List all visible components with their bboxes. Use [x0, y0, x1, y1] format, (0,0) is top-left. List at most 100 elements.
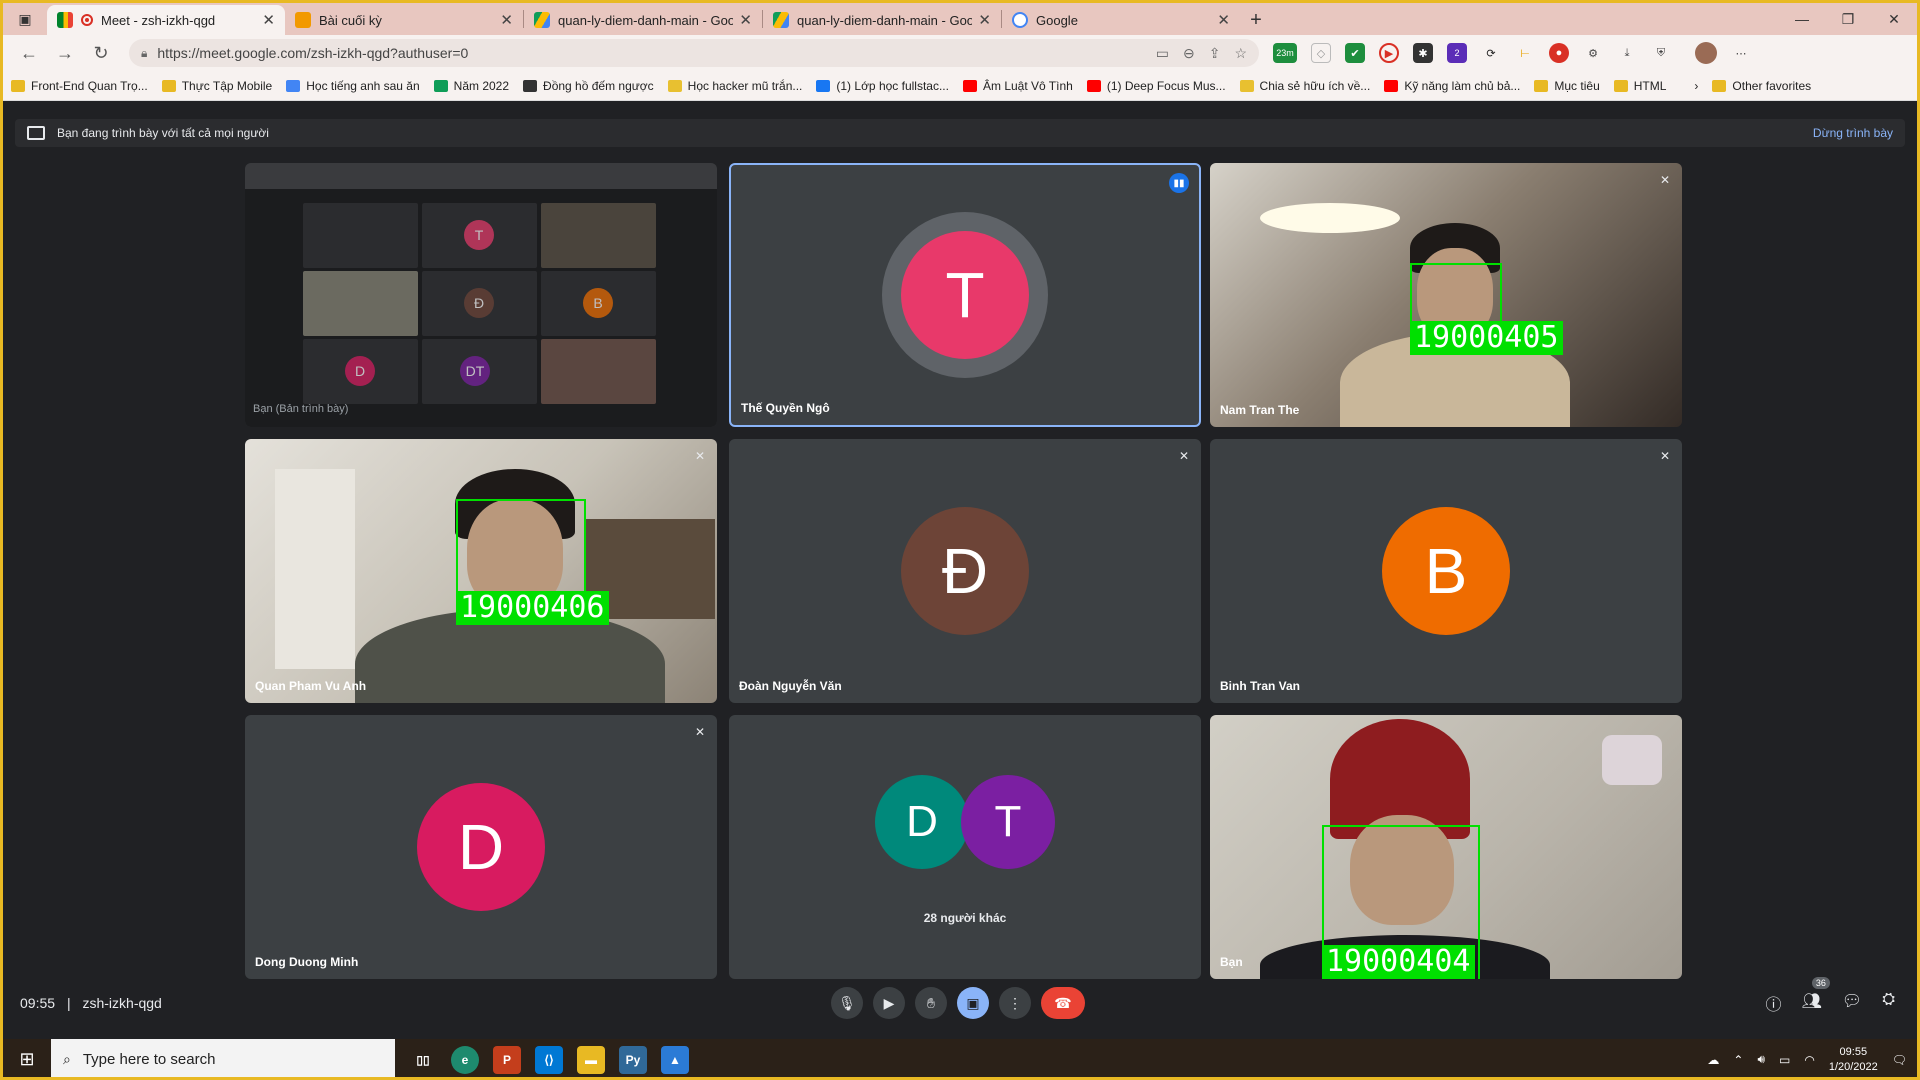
meeting-details-icon[interactable]: ⓘ — [1766, 991, 1782, 1015]
stop-presenting-button[interactable]: Dừng trình bày — [1813, 126, 1893, 140]
timer-extension-icon[interactable]: 23m — [1273, 43, 1297, 63]
favorite-star-icon[interactable]: ☆ — [1234, 45, 1247, 62]
bookmark-item[interactable]: Học hacker mũ trắn... — [667, 79, 802, 93]
wifi-icon[interactable]: ◠ — [1804, 1053, 1814, 1067]
lock-icon[interactable]: 🔒︎ — [141, 46, 147, 61]
self-presentation-tile[interactable]: T Đ B D DT Bạn (Bản trình bày) — [245, 163, 717, 427]
onedrive-icon[interactable]: ☁ — [1707, 1053, 1719, 1067]
bookmark-item[interactable]: Mục tiêu — [1534, 79, 1600, 93]
tab-bai-cuoi-ky[interactable]: Bài cuối kỳ ✕ — [285, 5, 523, 35]
download-icon[interactable]: ⤓ — [1617, 43, 1637, 63]
self-presentation-label: Bạn (Bản trình bày) — [253, 403, 349, 415]
chat-icon[interactable]: 💬︎ — [1842, 991, 1862, 1015]
file-explorer-icon[interactable]: ▬ — [577, 1045, 605, 1074]
mini-avatar: T — [464, 220, 494, 250]
more-bookmarks-icon[interactable]: › — [1694, 79, 1698, 93]
more-menu-icon[interactable]: ⋯ — [1731, 43, 1751, 63]
raise-hand-button[interactable]: ✋︎ — [915, 987, 947, 1019]
other-favorites[interactable]: Other favorites — [1712, 79, 1811, 93]
self-camera-tile[interactable]: 19000404 Bạn — [1210, 715, 1682, 979]
tab-drive-2[interactable]: quan-ly-diem-danh-main - Goo ✕ — [763, 5, 1001, 35]
notifications-icon[interactable]: 🗨︎ — [1892, 1053, 1907, 1067]
tab-google[interactable]: Google ✕ — [1002, 5, 1240, 35]
activities-icon[interactable]: ⛭ — [1882, 991, 1895, 1015]
play-extension-icon[interactable]: ▶ — [1379, 43, 1399, 63]
tab-drive-1[interactable]: quan-ly-diem-danh-main - Goo ✕ — [524, 5, 762, 35]
profile-avatar[interactable] — [1695, 42, 1717, 64]
photos-icon[interactable]: ▲ — [661, 1045, 689, 1074]
close-window-icon[interactable]: ✕ — [1871, 3, 1917, 35]
zoom-icon[interactable]: ⊖ — [1183, 45, 1195, 62]
participant-tile[interactable]: 19000405 ✕ Nam Tran The — [1210, 163, 1682, 427]
back-button[interactable]: ← — [11, 38, 47, 68]
bookmark-item[interactable]: HTML — [1613, 79, 1666, 93]
participant-tile[interactable]: 19000406 ✕ Quan Pham Vu Anh — [245, 439, 717, 703]
more-options-button[interactable]: ⋮ — [999, 987, 1031, 1019]
bookmark-item[interactable]: Đồng hồ đếm ngược — [523, 79, 654, 93]
show-hidden-icons[interactable]: ⌃ — [1733, 1053, 1743, 1067]
pocket-icon[interactable]: ◇ — [1311, 43, 1331, 63]
taskbar-search[interactable]: ⌕ Type here to search — [51, 1039, 395, 1077]
bookmark-item[interactable]: Chia sẻ hữu ích về... — [1239, 79, 1370, 93]
tag-extension-icon[interactable]: ⊢ — [1515, 43, 1535, 63]
bookmark-item[interactable]: Học tiếng anh sau ăn — [286, 79, 420, 93]
tab-actions-icon[interactable]: ▣ — [3, 3, 47, 35]
share-icon[interactable]: ⇪ — [1209, 45, 1221, 62]
close-tab-icon[interactable]: ✕ — [262, 11, 275, 29]
restore-icon[interactable]: ❐ — [1825, 3, 1871, 35]
tab-label: Bài cuối kỳ — [319, 12, 382, 28]
task-view-icon[interactable]: ▯▯ — [409, 1046, 437, 1074]
record-extension-icon[interactable]: ● — [1549, 43, 1569, 63]
people-button[interactable]: 👥︎ 36 — [1802, 977, 1830, 1015]
extensions-icon[interactable]: ⚙ — [1583, 43, 1603, 63]
camera-permission-icon[interactable]: ▭ — [1156, 45, 1169, 62]
vscode-icon[interactable]: ⟨⟩ — [535, 1045, 563, 1074]
security-icon[interactable]: ⛨ — [1651, 43, 1671, 63]
browser-toolbar: ← → ↻ 🔒︎ https://meet.google.com/zsh-izk… — [3, 35, 1917, 71]
tab-meet[interactable]: Meet - zsh-izkh-qgd ✕ — [47, 5, 285, 35]
bookmark-item[interactable]: Âm Luật Vô Tình — [962, 79, 1073, 93]
new-tab-button[interactable]: + — [1240, 5, 1272, 35]
close-tab-icon[interactable]: ✕ — [739, 11, 752, 29]
google-favicon-icon — [1012, 12, 1028, 28]
taskbar-clock[interactable]: 09:55 1/20/2022 — [1829, 1045, 1878, 1075]
participant-tile[interactable]: B ✕ Binh Tran Van — [1210, 439, 1682, 703]
minimize-icon[interactable]: — — [1779, 3, 1825, 35]
bookmark-item[interactable]: Front-End Quan Trọ... — [11, 79, 148, 93]
bookmark-item[interactable]: (1) Lớp học fullstac... — [816, 79, 949, 93]
stack-extension-icon[interactable]: 2 — [1447, 43, 1467, 63]
bookmark-item[interactable]: Thực Tập Mobile — [161, 79, 272, 93]
bookmark-item[interactable]: Năm 2022 — [433, 79, 509, 93]
sync-icon[interactable]: ⟳ — [1481, 43, 1501, 63]
battery-icon[interactable]: ▭ — [1779, 1053, 1790, 1067]
participant-name: Dong Duong Minh — [255, 955, 359, 969]
others-tile[interactable]: D T 28 người khác — [729, 715, 1201, 979]
reload-button[interactable]: ↻ — [83, 38, 119, 68]
powerpoint-icon[interactable]: P — [493, 1045, 521, 1074]
youtube-icon — [1086, 79, 1101, 92]
microphone-button[interactable]: 🎙︎ — [831, 987, 863, 1019]
windows-start-icon[interactable]: ⊞ — [3, 1039, 51, 1077]
window-controls: — ❐ ✕ — [1779, 3, 1917, 35]
python-icon[interactable]: Py — [619, 1045, 647, 1074]
close-tab-icon[interactable]: ✕ — [978, 11, 991, 29]
mic-off-icon: ✕ — [1659, 449, 1670, 463]
bookmark-item[interactable]: Kỹ năng làm chủ bả... — [1384, 79, 1520, 93]
address-bar[interactable]: 🔒︎ https://meet.google.com/zsh-izkh-qgd?… — [129, 39, 1259, 67]
present-button[interactable]: ▣ — [957, 987, 989, 1019]
shield-icon[interactable]: ✔ — [1345, 43, 1365, 63]
participant-tile[interactable]: Đ ✕ Đoàn Nguyễn Văn — [729, 439, 1201, 703]
system-tray: ☁ ⌃ 🔊︎ ▭ ◠ 09:55 1/20/2022 🗨︎ — [1707, 1039, 1907, 1077]
close-tab-icon[interactable]: ✕ — [1217, 11, 1230, 29]
camera-button[interactable]: ▶ — [873, 987, 905, 1019]
puzzle-extension-icon[interactable]: ✱ — [1413, 43, 1433, 63]
meeting-code: zsh-izkh-qgd — [82, 995, 162, 1011]
bookmark-item[interactable]: (1) Deep Focus Mus... — [1086, 79, 1226, 93]
leave-call-button[interactable]: ☎︎ — [1041, 987, 1085, 1019]
edge-browser-icon[interactable]: e — [451, 1045, 479, 1074]
close-tab-icon[interactable]: ✕ — [500, 11, 513, 29]
participant-tile[interactable]: T ▮▮ Thế Quyền Ngô — [729, 163, 1201, 427]
forward-button[interactable]: → — [47, 38, 83, 68]
participant-tile[interactable]: D ✕ Dong Duong Minh — [245, 715, 717, 979]
volume-icon[interactable]: 🔊︎ — [1757, 1052, 1765, 1067]
